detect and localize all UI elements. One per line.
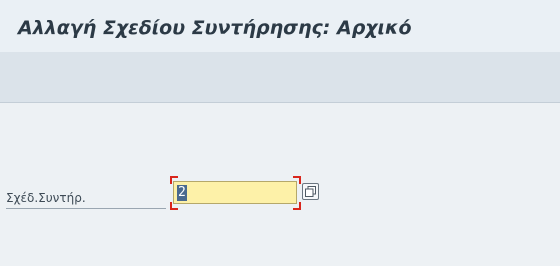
application-toolbar (0, 52, 560, 103)
title-bar: Αλλαγή Σχεδίου Συντήρησης: Αρχικό (0, 0, 560, 52)
maintenance-plan-field: 2 (170, 176, 301, 210)
value-help-icon[interactable] (302, 183, 319, 200)
value-help-glyph (305, 186, 316, 197)
maintenance-plan-input[interactable]: 2 (173, 181, 297, 204)
maintenance-plan-label: Σχέδ.Συντήρ. (6, 187, 166, 209)
page-title: Αλλαγή Σχεδίου Συντήρησης: Αρχικό (18, 17, 412, 39)
content-area: Σχέδ.Συντήρ. 2 (0, 103, 560, 266)
maintenance-plan-input-value: 2 (177, 185, 187, 201)
